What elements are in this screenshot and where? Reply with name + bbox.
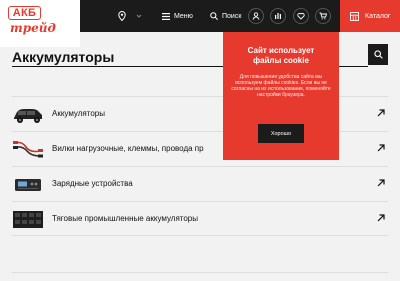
chevron-down-icon	[136, 14, 142, 18]
menu-button[interactable]: Меню	[162, 0, 193, 32]
menu-label: Меню	[174, 12, 193, 20]
location-selector[interactable]	[118, 0, 143, 32]
cart-icon	[319, 12, 327, 20]
arrow-up-right-icon	[377, 109, 385, 117]
catalog-button[interactable]: Каталог	[340, 0, 400, 32]
search-icon	[210, 12, 218, 20]
account-button[interactable]	[248, 8, 264, 24]
arrow-up-right-icon	[377, 214, 385, 222]
favorites-button[interactable]	[293, 8, 309, 24]
category-label: Зарядные устройства	[52, 179, 133, 188]
search-button[interactable]: Поиск	[210, 0, 241, 32]
charger-thumb	[15, 179, 41, 191]
search-icon	[373, 50, 383, 59]
cables-thumb	[13, 141, 43, 158]
cart-button[interactable]	[315, 8, 331, 24]
car-battery-thumb	[14, 109, 42, 123]
compare-button[interactable]	[270, 8, 286, 24]
hamburger-icon	[162, 12, 170, 20]
cookie-title-line1: Сайт использует	[247, 46, 315, 55]
search-label: Поиск	[222, 12, 242, 20]
cookie-banner: Сайт использует файлы cookie Для повышен…	[223, 32, 339, 160]
logo-text-bottom: трейд	[10, 21, 56, 35]
logo-text-top: АКБ	[8, 6, 41, 20]
location-pin-icon	[118, 11, 126, 21]
category-label: Вилки нагрузочные, клеммы, провода пр	[52, 144, 204, 153]
site-logo[interactable]: АКБ трейд	[0, 0, 80, 47]
user-icon	[252, 12, 260, 20]
cookie-title-line2: файлы cookie	[253, 56, 309, 65]
category-label: Аккумуляторы	[52, 109, 105, 118]
catalog-search-button[interactable]	[368, 44, 388, 65]
category-label: Тяговые промышленные аккумуляторы	[52, 214, 198, 223]
cookie-title: Сайт использует файлы cookie	[223, 46, 339, 66]
catalog-label: Каталог	[365, 12, 391, 20]
compare-icon	[275, 13, 281, 19]
cookie-body: Для повышения удобства сайта мы использу…	[231, 74, 331, 98]
category-row[interactable]: Зарядные устройства	[12, 166, 388, 201]
category-row[interactable]: Тяговые промышленные аккумуляторы	[12, 201, 388, 236]
arrow-up-right-icon	[377, 144, 385, 152]
page-title: Аккумуляторы	[12, 49, 115, 65]
heart-icon	[297, 12, 305, 20]
cookie-accept-button[interactable]: Хорошо	[258, 124, 304, 143]
section-divider	[12, 272, 388, 273]
traction-battery-thumb	[13, 211, 43, 228]
arrow-up-right-icon	[377, 179, 385, 187]
grid-icon	[350, 11, 359, 21]
